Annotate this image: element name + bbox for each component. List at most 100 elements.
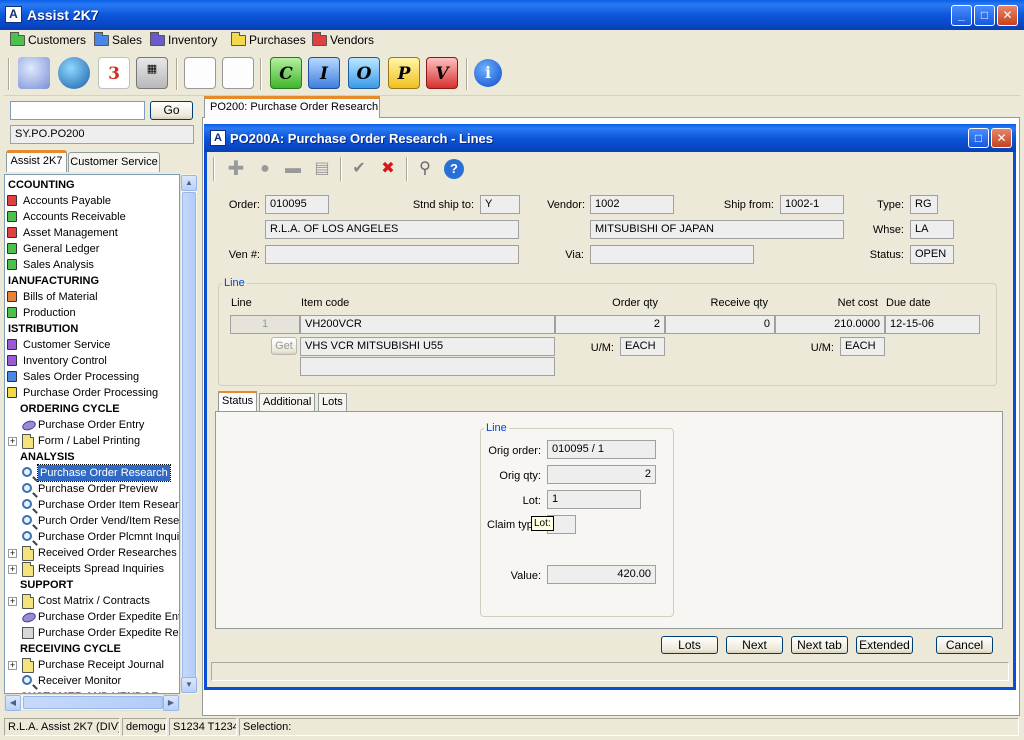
calculator-icon[interactable]: ▦ — [136, 57, 168, 89]
item-description-field[interactable]: VHS VCR MITSUBISHI U55 — [300, 337, 555, 356]
report-icon[interactable] — [184, 57, 216, 89]
toolbar-separator — [466, 58, 468, 90]
inner-titlebar: A PO200A: Purchase Order Research - Line… — [204, 124, 1016, 152]
expand-icon[interactable]: + — [8, 565, 17, 574]
due-date-cell[interactable]: 12-15-06 — [885, 315, 980, 334]
check-icon[interactable]: ✔ — [348, 158, 370, 180]
tree-vertical-scrollbar[interactable]: ▲ ▼ — [180, 174, 197, 694]
order-qty-cell[interactable]: 2 — [555, 315, 665, 334]
scroll-down-button[interactable]: ▼ — [181, 677, 197, 693]
menu-inventory[interactable]: Inventory — [150, 32, 217, 49]
via-field[interactable] — [590, 245, 754, 264]
purchases-p-icon[interactable]: P — [388, 57, 420, 89]
status-label: Status: — [869, 249, 904, 261]
menu-sales[interactable]: Sales — [94, 32, 142, 49]
minimize-button[interactable]: _ — [951, 5, 972, 26]
cancel-x-icon[interactable]: ✖ — [377, 158, 399, 180]
customer-name-field[interactable]: R.L.A. OF LOS ANGELES — [265, 220, 519, 239]
scroll-right-button[interactable]: ▶ — [163, 695, 179, 711]
tab-customer-service[interactable]: Customer Service — [68, 152, 160, 172]
tab-po200-research[interactable]: PO200: Purchase Order Research — [204, 96, 380, 118]
comment-icon[interactable]: ● — [254, 158, 276, 180]
go-button[interactable]: Go — [150, 101, 193, 120]
tree-horizontal-scrollbar[interactable]: ◀ ▶ — [4, 694, 180, 711]
um2-field[interactable]: EACH — [840, 337, 885, 356]
tree-item-label: ORDERING CYCLE — [20, 403, 120, 415]
book-icon — [7, 227, 17, 238]
scroll-thumb[interactable] — [182, 192, 196, 692]
lot-field[interactable]: 1 — [547, 490, 641, 509]
stnd-ship-to-field[interactable]: Y — [480, 195, 520, 214]
vendor-name-field[interactable]: MITSUBISHI OF JAPAN — [590, 220, 844, 239]
expand-icon[interactable]: + — [8, 597, 17, 606]
ship-from-field[interactable]: 1002-1 — [780, 195, 844, 214]
menu-purchases[interactable]: Purchases — [231, 32, 306, 49]
minus-icon[interactable]: ▬ — [282, 158, 304, 180]
maximize-button[interactable]: □ — [974, 5, 995, 26]
um-field[interactable]: EACH — [620, 337, 665, 356]
folder-icon — [22, 546, 34, 561]
tree-item-label: Purchase Order Plcmnt Inqui — [38, 531, 180, 543]
mail-icon[interactable] — [18, 57, 50, 89]
orders-o-icon[interactable]: O — [348, 57, 380, 89]
inventory-i-icon[interactable]: I — [308, 57, 340, 89]
type-field[interactable]: RG — [910, 195, 938, 214]
folder-icon — [22, 562, 34, 577]
menu-vendors[interactable]: Vendors — [312, 32, 374, 49]
calendar-icon[interactable]: 3 — [98, 57, 130, 89]
whse-field[interactable]: LA — [910, 220, 954, 239]
via-label: Via: — [565, 249, 584, 261]
order-field[interactable]: 010095 — [265, 195, 329, 214]
orig-qty-label: Orig qty: — [499, 470, 541, 482]
search-icon[interactable]: ⚲ — [414, 158, 436, 180]
hscroll-thumb[interactable] — [23, 696, 163, 709]
stnd-ship-to-label: Stnd ship to: — [412, 199, 474, 211]
cancel-button[interactable]: Cancel — [936, 636, 993, 654]
ven-no-field[interactable] — [265, 245, 519, 264]
vendor-field[interactable]: 1002 — [590, 195, 674, 214]
status-field[interactable]: OPEN — [910, 245, 954, 264]
item-description2-field[interactable] — [300, 357, 555, 376]
globe-icon[interactable] — [58, 57, 90, 89]
tab-assist-2k7[interactable]: Assist 2K7 — [6, 150, 67, 172]
customers-c-icon[interactable]: C — [270, 57, 302, 89]
expand-icon[interactable]: + — [8, 549, 17, 558]
info-icon[interactable]: i — [474, 59, 502, 87]
tab-status[interactable]: Status — [218, 391, 258, 412]
net-cost-cell[interactable]: 210.0000 — [775, 315, 885, 334]
lots-button[interactable]: Lots — [661, 636, 718, 654]
scroll-up-button[interactable]: ▲ — [181, 175, 197, 191]
orig-qty-field[interactable]: 2 — [547, 465, 656, 484]
vendors-v-icon[interactable]: V — [426, 57, 458, 89]
quick-search-input[interactable] — [10, 101, 145, 120]
tab-lots[interactable]: Lots — [318, 393, 347, 412]
close-button[interactable]: ✕ — [997, 5, 1018, 26]
tree-item-label: Purchase Order Processing — [23, 387, 159, 399]
help-icon[interactable]: ? — [444, 159, 464, 179]
expand-icon[interactable]: + — [8, 661, 17, 670]
item-code-cell[interactable]: VH200VCR — [300, 315, 555, 334]
inner-maximize-button[interactable]: □ — [968, 128, 989, 148]
next-button[interactable]: Next — [726, 636, 783, 654]
book-icon — [7, 195, 17, 206]
next-tab-button[interactable]: Next tab — [791, 636, 848, 654]
orig-order-field[interactable]: 010095 / 1 — [547, 440, 656, 459]
whse-label: Whse: — [872, 224, 904, 236]
program-path-field: SY.PO.PO200 — [10, 125, 194, 144]
inner-close-button[interactable]: ✕ — [991, 128, 1012, 148]
tree-item-label: Purchase Order Expedite Ent — [38, 611, 180, 623]
expand-icon[interactable]: + — [8, 437, 17, 446]
line-no-cell[interactable]: 1 — [230, 315, 300, 334]
tree-item-label: CCOUNTING — [8, 179, 75, 191]
print-icon[interactable]: ▤ — [311, 158, 333, 180]
scroll-left-button[interactable]: ◀ — [5, 695, 21, 711]
menu-customers[interactable]: Customers — [10, 32, 86, 49]
add-icon[interactable]: ✚ — [225, 158, 247, 180]
tab-additional[interactable]: Additional — [259, 393, 316, 412]
chart-report-icon[interactable] — [222, 57, 254, 89]
receive-qty-cell[interactable]: 0 — [665, 315, 775, 334]
value-field[interactable]: 420.00 — [547, 565, 656, 584]
get-button[interactable]: Get — [271, 337, 297, 355]
extended-button[interactable]: Extended — [856, 636, 913, 654]
tree-item-label: Form / Label Printing — [38, 435, 141, 447]
